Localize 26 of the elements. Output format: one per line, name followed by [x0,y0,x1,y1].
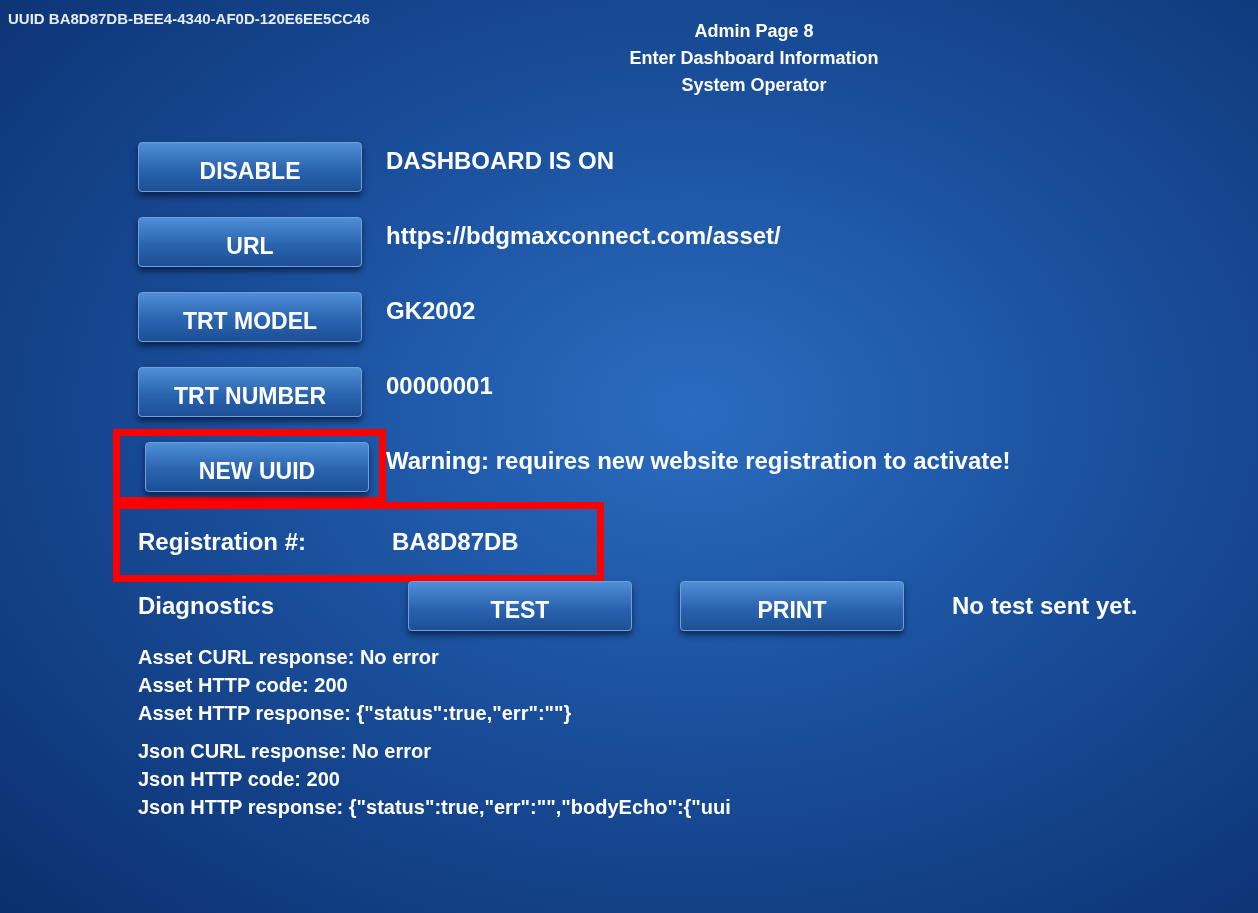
response-line: Json HTTP response: {"status":true,"err":"","bodyEcho":{"uui [138,795,732,820]
page-title: Enter Dashboard Information [629,47,879,70]
response-line: Asset HTTP response: {"status":true,"err":""} [138,701,573,726]
action-button[interactable]: PRINT [680,581,904,631]
row-value: DASHBOARD IS ON [386,146,614,175]
action-button[interactable]: TRT NUMBER [138,366,362,417]
response-line: Json HTTP code: 200 [138,767,341,792]
row-value: GK2002 [386,296,476,325]
response-line: Asset HTTP code: 200 [138,673,349,698]
page-title: Admin Page 8 [694,20,814,43]
action-button[interactable]: DISABLE [138,141,362,192]
field-label: Registration #: [137,527,308,556]
response-line: Asset CURL response: No error [138,645,440,670]
action-button[interactable]: NEW UUID [145,441,369,492]
row-value: 00000001 [386,371,493,400]
row-value: https://bdgmaxconnect.com/asset/ [386,221,781,250]
action-button[interactable]: TRT MODEL [138,291,362,342]
diagnostics-label: Diagnostics [138,592,276,620]
status-text: No test sent yet. [952,592,1138,620]
row-value: Warning: requires new website registration to activate! [386,446,1011,475]
action-button[interactable]: TEST [408,581,632,631]
registration-number: BA8D87DB [392,527,519,556]
uuid-label: UUID BA8D87DB-BEE4-4340-AF0D-120E6EE5CC46 [8,10,370,27]
response-line: Json CURL response: No error [138,739,433,764]
action-button[interactable]: URL [138,216,362,267]
page-title: System Operator [681,74,827,97]
